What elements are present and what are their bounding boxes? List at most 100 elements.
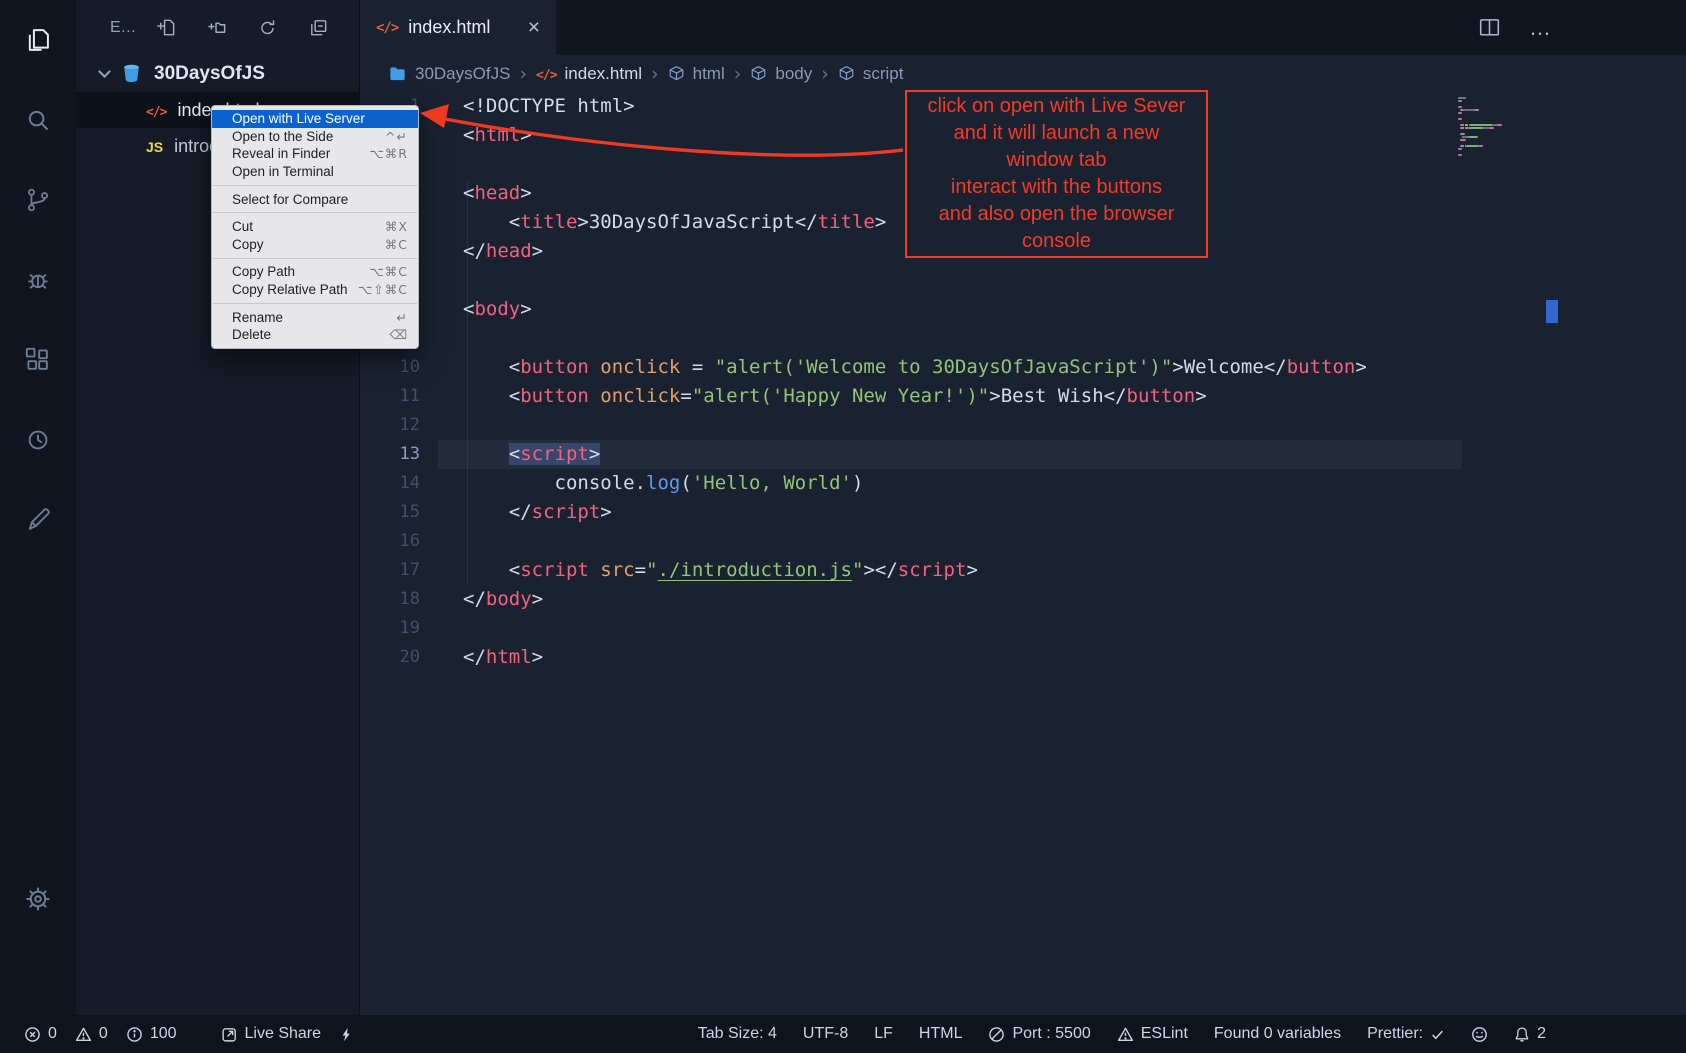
status-variables-label: Found 0 variables [1214, 1025, 1341, 1043]
menu-separator [213, 185, 417, 186]
tab-bar: </> index.html × … [360, 0, 1686, 55]
menu-item-cut[interactable]: Cut ⌘X [212, 218, 418, 236]
feedback-pen-icon[interactable] [0, 480, 76, 560]
minimap-line [1458, 145, 1542, 147]
menu-item-copy[interactable]: Copy⌘C [212, 236, 418, 254]
status-notifications[interactable]: 2 [1514, 1025, 1546, 1043]
code-line-11[interactable]: <button onclick="alert('Happy New Year!'… [463, 382, 1686, 411]
status-encoding-label: UTF-8 [803, 1025, 848, 1043]
line-number: 12 [360, 411, 420, 440]
tab-index-html[interactable]: </> index.html × [360, 0, 556, 55]
status-eslint[interactable]: ESLint [1117, 1025, 1188, 1043]
history-clock-icon[interactable] [0, 400, 76, 480]
menu-separator [213, 212, 417, 213]
menu-item-reveal-in-finder[interactable]: Reveal in Finder⌥⌘R [212, 145, 418, 163]
menu-item-rename[interactable]: Rename↵ [212, 308, 418, 326]
code-line-12[interactable] [463, 411, 1686, 440]
menu-item-open-to-the-side[interactable]: Open to the Side^↵ [212, 128, 418, 146]
code-line-16[interactable] [463, 527, 1686, 556]
explorer-header: E... [76, 0, 359, 55]
code-line-13[interactable]: <script> [463, 440, 1686, 469]
status-info-label: 100 [150, 1025, 177, 1043]
status-info[interactable]: 100 [126, 1025, 177, 1043]
minimap-line [1458, 100, 1542, 102]
status-prettier[interactable]: Prettier: [1367, 1025, 1445, 1043]
status-bar: 0 0 100 Live Share Tab Size: 4 UTF-8 LF HTML Po… [0, 1015, 1686, 1053]
folder-row-30daysofjs[interactable]: 30DaysOfJS [76, 55, 359, 92]
menu-item-copy-relative-path[interactable]: Copy Relative Path⌥⇧⌘C [212, 281, 418, 299]
breadcrumb-label: body [775, 64, 812, 84]
status-bar-right: Tab Size: 4 UTF-8 LF HTML Port : 5500 ESLint F… [698, 1025, 1686, 1043]
status-variables[interactable]: Found 0 variables [1214, 1025, 1341, 1043]
minimap-line [1458, 151, 1542, 153]
menu-item-shortcut: ⌫ [389, 327, 408, 342]
status-smiley[interactable] [1471, 1026, 1488, 1043]
code-line-20[interactable]: </html> [463, 643, 1686, 672]
close-tab-icon[interactable]: × [528, 17, 540, 38]
status-tab-size[interactable]: Tab Size: 4 [698, 1025, 777, 1043]
status-live-share-label: Live Share [245, 1025, 322, 1043]
collapse-all-icon[interactable] [307, 17, 329, 39]
code-line-7[interactable] [463, 266, 1686, 295]
status-language[interactable]: HTML [919, 1025, 963, 1043]
menu-item-shortcut: ⌘X [385, 219, 408, 234]
run-debug-icon[interactable] [0, 240, 76, 320]
cube-icon [838, 65, 855, 82]
minimap-line [1458, 109, 1542, 111]
breadcrumb-item-script[interactable]: script [838, 64, 904, 84]
smiley-icon [1471, 1026, 1488, 1043]
code-line-15[interactable]: </script> [463, 498, 1686, 527]
code-line-9[interactable] [463, 324, 1686, 353]
minimap-line [1458, 106, 1542, 108]
menu-item-open-in-terminal[interactable]: Open in Terminal [212, 163, 418, 181]
menu-item-delete[interactable]: Delete ⌫ [212, 326, 418, 344]
settings-gear-icon[interactable] [0, 859, 76, 939]
source-control-icon[interactable] [0, 160, 76, 240]
menu-item-label: Open with Live Server [232, 111, 365, 126]
status-eol[interactable]: LF [874, 1025, 893, 1043]
code-line-10[interactable]: <button onclick = "alert('Welcome to 30D… [463, 353, 1686, 382]
new-folder-icon[interactable] [205, 17, 227, 39]
new-file-icon[interactable] [154, 17, 176, 39]
minimap-line [1458, 97, 1542, 99]
code-line-8[interactable]: <body> [463, 295, 1686, 324]
menu-item-copy-path[interactable]: Copy Path⌥⌘C [212, 263, 418, 281]
warning-icon [1117, 1026, 1134, 1043]
status-warnings-label: 0 [99, 1025, 108, 1043]
menu-item-label: Select for Compare [232, 192, 348, 207]
breadcrumb-item-index-html[interactable]: </>index.html [536, 64, 642, 84]
minimap[interactable] [1458, 97, 1542, 157]
menu-item-select-for-compare[interactable]: Select for Compare [212, 190, 418, 208]
status-encoding[interactable]: UTF-8 [803, 1025, 848, 1043]
status-lightning[interactable] [339, 1026, 354, 1043]
extensions-icon[interactable] [0, 320, 76, 400]
tab-label: index.html [408, 17, 490, 38]
annotation-line: and also open the browser [907, 201, 1206, 228]
explorer-icon[interactable] [0, 0, 76, 80]
minimap-line [1458, 112, 1542, 114]
status-language-label: HTML [919, 1025, 963, 1043]
split-editor-icon[interactable] [1478, 16, 1501, 39]
status-live-share[interactable]: Live Share [221, 1025, 322, 1043]
menu-item-open-with-live-server[interactable]: Open with Live Server [212, 110, 418, 128]
code-line-14[interactable]: console.log('Hello, World') [463, 469, 1686, 498]
code-line-18[interactable]: </body> [463, 585, 1686, 614]
code-line-19[interactable] [463, 614, 1686, 643]
menu-item-label: Cut [232, 219, 253, 234]
menu-item-label: Delete [232, 327, 271, 342]
status-port-label: Port : 5500 [1012, 1025, 1090, 1043]
status-errors[interactable]: 0 [24, 1025, 57, 1043]
status-port[interactable]: Port : 5500 [988, 1025, 1090, 1043]
breadcrumb-item-html[interactable]: html [668, 64, 725, 84]
breadcrumb-item-30daysofjs[interactable]: 30DaysOfJS [388, 64, 510, 84]
more-actions-icon[interactable]: … [1529, 15, 1553, 41]
breadcrumb-label: html [693, 64, 725, 84]
breadcrumb-item-body[interactable]: body [750, 64, 812, 84]
refresh-icon[interactable] [256, 17, 278, 39]
minimap-line [1458, 139, 1542, 141]
error-icon [24, 1026, 41, 1043]
code-line-17[interactable]: <script src="./introduction.js"></script… [463, 556, 1686, 585]
status-warnings[interactable]: 0 [75, 1025, 108, 1043]
annotation-box: click on open with Live Severand it will… [905, 90, 1208, 258]
search-icon[interactable] [0, 80, 76, 160]
